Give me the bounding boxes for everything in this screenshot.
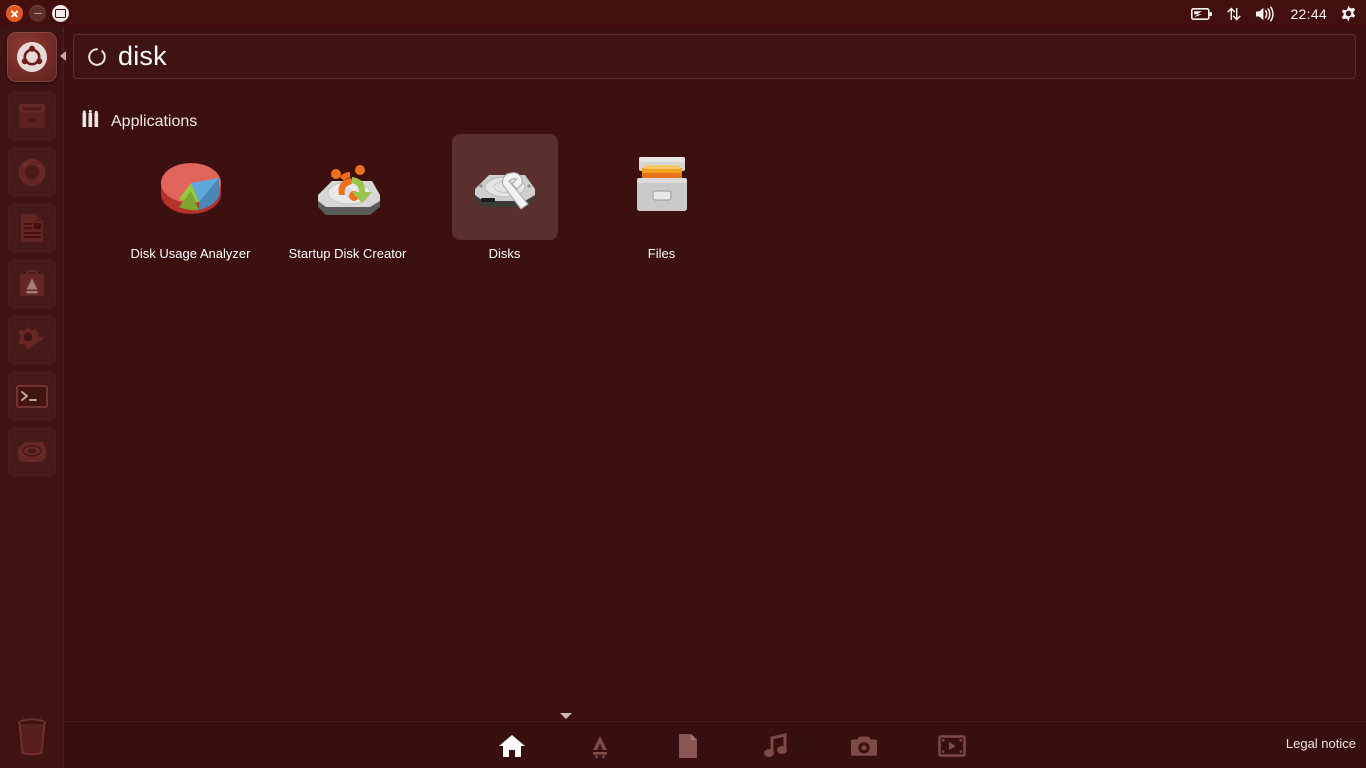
result-icon-wrap	[609, 134, 715, 240]
result-icon-wrap-selected	[451, 134, 558, 240]
result-label: Startup Disk Creator	[288, 246, 407, 261]
home-icon	[499, 734, 525, 757]
launcher-item-disk[interactable]	[8, 428, 56, 476]
launcher-item-trash[interactable]	[8, 710, 56, 758]
lens-buttons	[498, 722, 966, 768]
launcher-item-system-settings[interactable]	[8, 316, 56, 364]
close-icon[interactable]	[6, 5, 23, 22]
lens-bar: Legal notice	[64, 713, 1366, 768]
launcher-arrow-icon	[60, 51, 66, 61]
legal-notice-link[interactable]: Legal notice	[1286, 736, 1356, 751]
volume-icon[interactable]	[1255, 0, 1277, 27]
terminal-icon	[16, 385, 48, 408]
search-input[interactable]: disk	[73, 34, 1356, 79]
result-icon-wrap	[138, 134, 244, 240]
page-icon	[679, 733, 697, 758]
top-panel: 22:44	[0, 0, 1366, 27]
spinner-icon	[86, 46, 108, 68]
video-icon	[938, 734, 966, 757]
result-label: Disk Usage Analyzer	[130, 246, 251, 261]
launcher-item-writer[interactable]	[8, 204, 56, 252]
maximize-icon[interactable]	[52, 5, 69, 22]
usb-disk-icon	[317, 165, 380, 215]
launcher-item-files[interactable]	[8, 92, 56, 140]
launcher-item-terminal[interactable]	[8, 372, 56, 420]
lens-files[interactable]	[674, 732, 702, 760]
gear-icon[interactable]	[1340, 0, 1357, 27]
gear-wrench-icon	[18, 326, 44, 350]
document-icon	[21, 214, 43, 242]
applications-icon	[81, 109, 100, 134]
result-startup-disk-creator[interactable]: Startup Disk Creator	[269, 132, 426, 261]
lens-applications[interactable]	[586, 732, 614, 760]
result-disks[interactable]: Disks	[426, 132, 583, 261]
trash-icon	[18, 718, 46, 756]
lens-video[interactable]	[938, 732, 966, 760]
result-files[interactable]: Files	[583, 132, 740, 261]
dash-home-button[interactable]	[7, 32, 57, 82]
result-label: Files	[647, 246, 676, 261]
lens-home[interactable]	[498, 732, 526, 760]
launcher-item-software-center[interactable]	[8, 260, 56, 308]
dash-content: disk Applications Disk Usage Analyzer St…	[64, 27, 1366, 721]
pie-chart-icon	[160, 163, 221, 214]
chevron-down-icon	[560, 713, 572, 719]
network-icon[interactable]	[1226, 0, 1242, 27]
result-disk-usage-analyzer[interactable]: Disk Usage Analyzer	[112, 132, 269, 261]
desktop-screen: 22:44 disk Applications Disk Usage Analy…	[0, 0, 1366, 768]
file-cabinet-icon	[636, 157, 687, 211]
lens-photos[interactable]	[850, 732, 878, 760]
indicator-tray: 22:44	[1191, 0, 1366, 27]
ubuntu-logo-icon	[17, 42, 47, 72]
firefox-icon	[18, 159, 46, 186]
results-grid: Disk Usage Analyzer Startup Disk Creator…	[112, 132, 740, 261]
harddisk-icon	[18, 442, 46, 462]
clock[interactable]: 22:44	[1290, 0, 1327, 27]
window-controls	[0, 5, 69, 22]
unity-launcher	[0, 27, 66, 768]
disk-wrench-icon	[474, 172, 535, 210]
lens-music[interactable]	[762, 732, 790, 760]
unity-dash: disk Applications Disk Usage Analyzer St…	[64, 27, 1366, 768]
result-icon-wrap	[295, 134, 401, 240]
minimize-icon[interactable]	[29, 5, 46, 22]
search-value: disk	[118, 41, 167, 71]
result-label: Disks	[488, 246, 521, 261]
camera-icon	[850, 736, 878, 756]
file-cabinet-icon	[19, 104, 45, 128]
launcher-item-firefox[interactable]	[8, 148, 56, 196]
music-icon	[764, 732, 787, 757]
battery-icon[interactable]	[1191, 0, 1213, 27]
category-label: Applications	[111, 113, 198, 130]
software-bag-icon	[20, 269, 44, 296]
apps-icon	[593, 735, 607, 758]
